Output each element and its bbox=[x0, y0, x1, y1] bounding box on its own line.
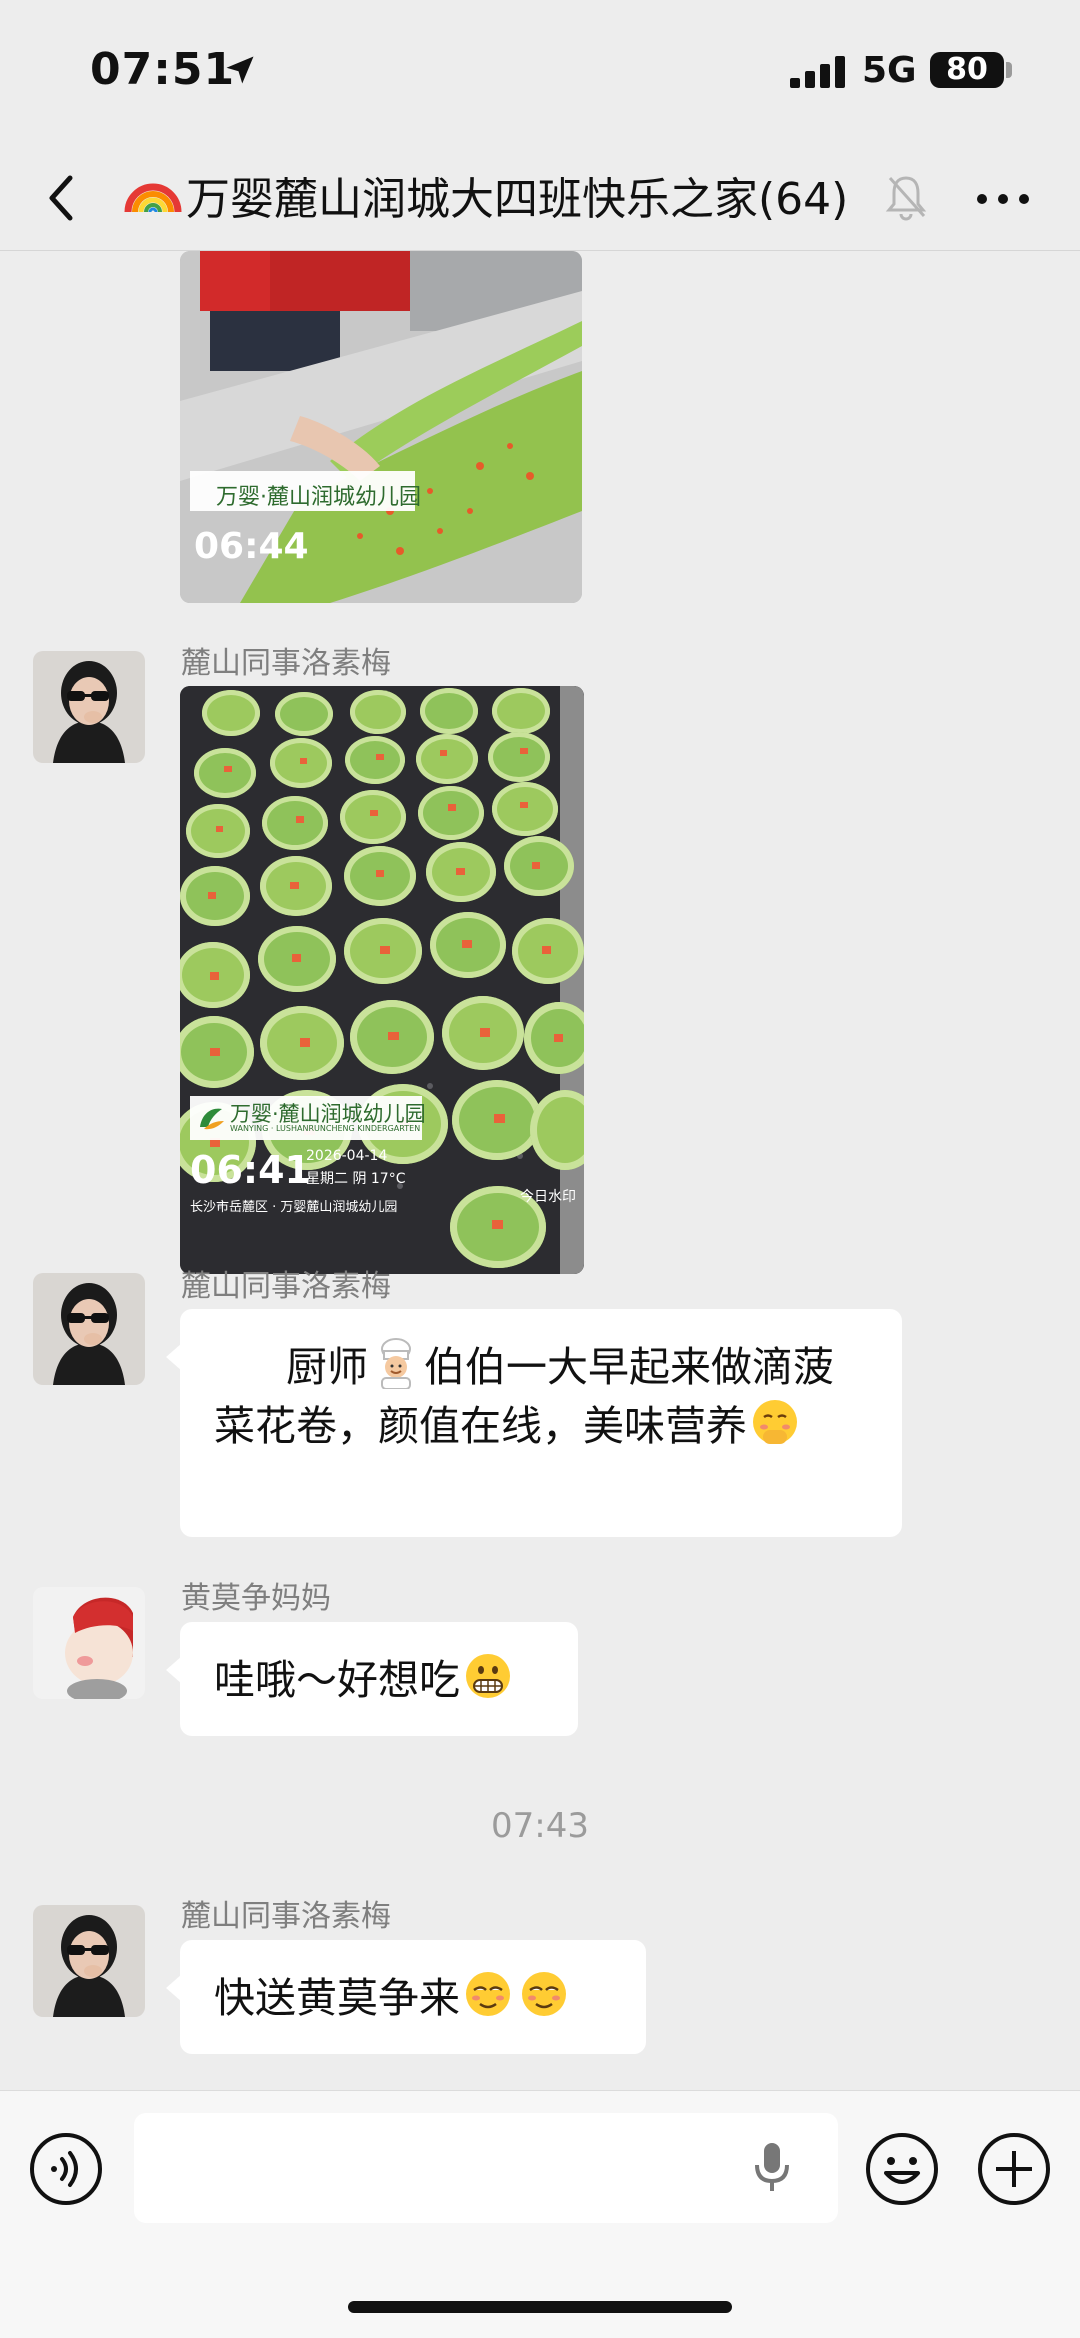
signal-icon bbox=[790, 56, 845, 88]
message-text: 快送黄莫争来 bbox=[214, 1974, 460, 2022]
watermark-date: 2026-04-14 bbox=[306, 1148, 388, 1164]
avatar-child-red-hat bbox=[33, 1587, 145, 1699]
mute-bell-icon bbox=[885, 176, 927, 221]
back-chevron-icon[interactable] bbox=[40, 168, 80, 228]
emoji-icon[interactable] bbox=[864, 2131, 940, 2207]
smirk-emoji-icon bbox=[466, 1972, 510, 2016]
microphone-icon[interactable] bbox=[752, 2139, 792, 2195]
avatar-luo-sumei[interactable] bbox=[33, 1905, 145, 2017]
message-input[interactable] bbox=[134, 2113, 838, 2223]
text-bubble[interactable]: 哇哦～好想吃 bbox=[166, 1622, 578, 1736]
text-bubble[interactable]: 厨师 伯伯一大早起来做滴菠菜花卷，颜值在线，美味营养 bbox=[166, 1309, 902, 1537]
watermark-brand-en: WANYING · LUSHANRUNCHENG KINDERGARTEN bbox=[230, 1124, 421, 1133]
avatar-luo-sumei[interactable] bbox=[33, 1273, 145, 1385]
grimacing-emoji-icon bbox=[466, 1654, 510, 1698]
top-photo-brand: 万婴·麓山润城幼儿园 bbox=[216, 485, 421, 510]
smirk-emoji-icon bbox=[522, 1972, 566, 2016]
photo-message-chef[interactable]: 万婴·麓山润城幼儿园 06:44 bbox=[180, 251, 582, 603]
chat-title[interactable]: 万婴麓山润城大四班快乐之家(64) bbox=[122, 162, 882, 232]
chat-title-name: 万婴麓山润城大四班快乐之家 bbox=[186, 174, 758, 225]
message-text: 哇哦～好想吃 bbox=[214, 1656, 460, 1704]
sender-name: 麓山同事洛素梅 bbox=[181, 646, 391, 681]
input-toolbar bbox=[0, 2090, 1080, 2338]
watermark-app: 今日水印 bbox=[520, 1189, 576, 1205]
message-timestamp: 07:43 bbox=[491, 1806, 589, 1846]
member-count: (64) bbox=[758, 174, 849, 225]
network-type: 5G bbox=[862, 50, 917, 91]
chat-header: 万婴麓山润城大四班快乐之家(64) bbox=[0, 150, 1080, 251]
text-bubble[interactable]: 快送黄莫争来 bbox=[166, 1940, 646, 2054]
chef-emoji-icon bbox=[381, 1338, 411, 1389]
avatar-sunglasses-girl bbox=[33, 1905, 145, 2017]
rainbow-icon bbox=[124, 183, 182, 213]
photo-message-rolls[interactable]: 万婴·麓山润城幼儿园 WANYING · LUSHANRUNCHENG KIND… bbox=[180, 686, 584, 1274]
location-arrow-icon bbox=[226, 56, 254, 84]
sender-name: 麓山同事洛素梅 bbox=[181, 1899, 391, 1934]
kindergarten-logo-icon bbox=[200, 1108, 224, 1130]
photo-watermark-banner: 万婴·麓山润城幼儿园 WANYING · LUSHANRUNCHENG KIND… bbox=[190, 1096, 426, 1140]
avatar-huang-mozheng-mom[interactable] bbox=[33, 1587, 145, 1699]
voice-mode-icon[interactable] bbox=[28, 2131, 104, 2207]
battery-cap bbox=[1006, 62, 1012, 78]
message-text-a: 厨师 bbox=[286, 1343, 368, 1391]
shy-face-emoji-icon bbox=[753, 1400, 797, 1444]
watermark-weekday: 星期二 阴 17°C bbox=[306, 1171, 406, 1187]
status-time: 07:51 bbox=[90, 44, 236, 95]
home-indicator bbox=[348, 2301, 732, 2313]
sender-name: 麓山同事洛素梅 bbox=[181, 1269, 391, 1304]
watermark-time: 06:41 bbox=[190, 1148, 311, 1192]
message-list[interactable]: 万婴·麓山润城幼儿园 06:44 麓山同事洛素梅 万婴·麓山润城幼儿园 WANY… bbox=[0, 251, 1080, 2089]
plus-icon[interactable] bbox=[976, 2131, 1052, 2207]
status-bar: 07:51 5G 80 bbox=[0, 0, 1080, 150]
sender-name: 黄莫争妈妈 bbox=[181, 1581, 331, 1616]
watermark-location: 长沙市岳麓区 · 万婴麓山润城幼儿园 bbox=[190, 1200, 398, 1215]
more-options-icon[interactable] bbox=[976, 192, 1030, 206]
avatar-sunglasses-girl bbox=[33, 1273, 145, 1385]
battery-icon: 80 bbox=[930, 52, 1004, 88]
top-photo-time: 06:44 bbox=[194, 526, 309, 567]
avatar-sunglasses-girl bbox=[33, 651, 145, 763]
battery-level: 80 bbox=[946, 52, 988, 87]
avatar-luo-sumei[interactable] bbox=[33, 651, 145, 763]
